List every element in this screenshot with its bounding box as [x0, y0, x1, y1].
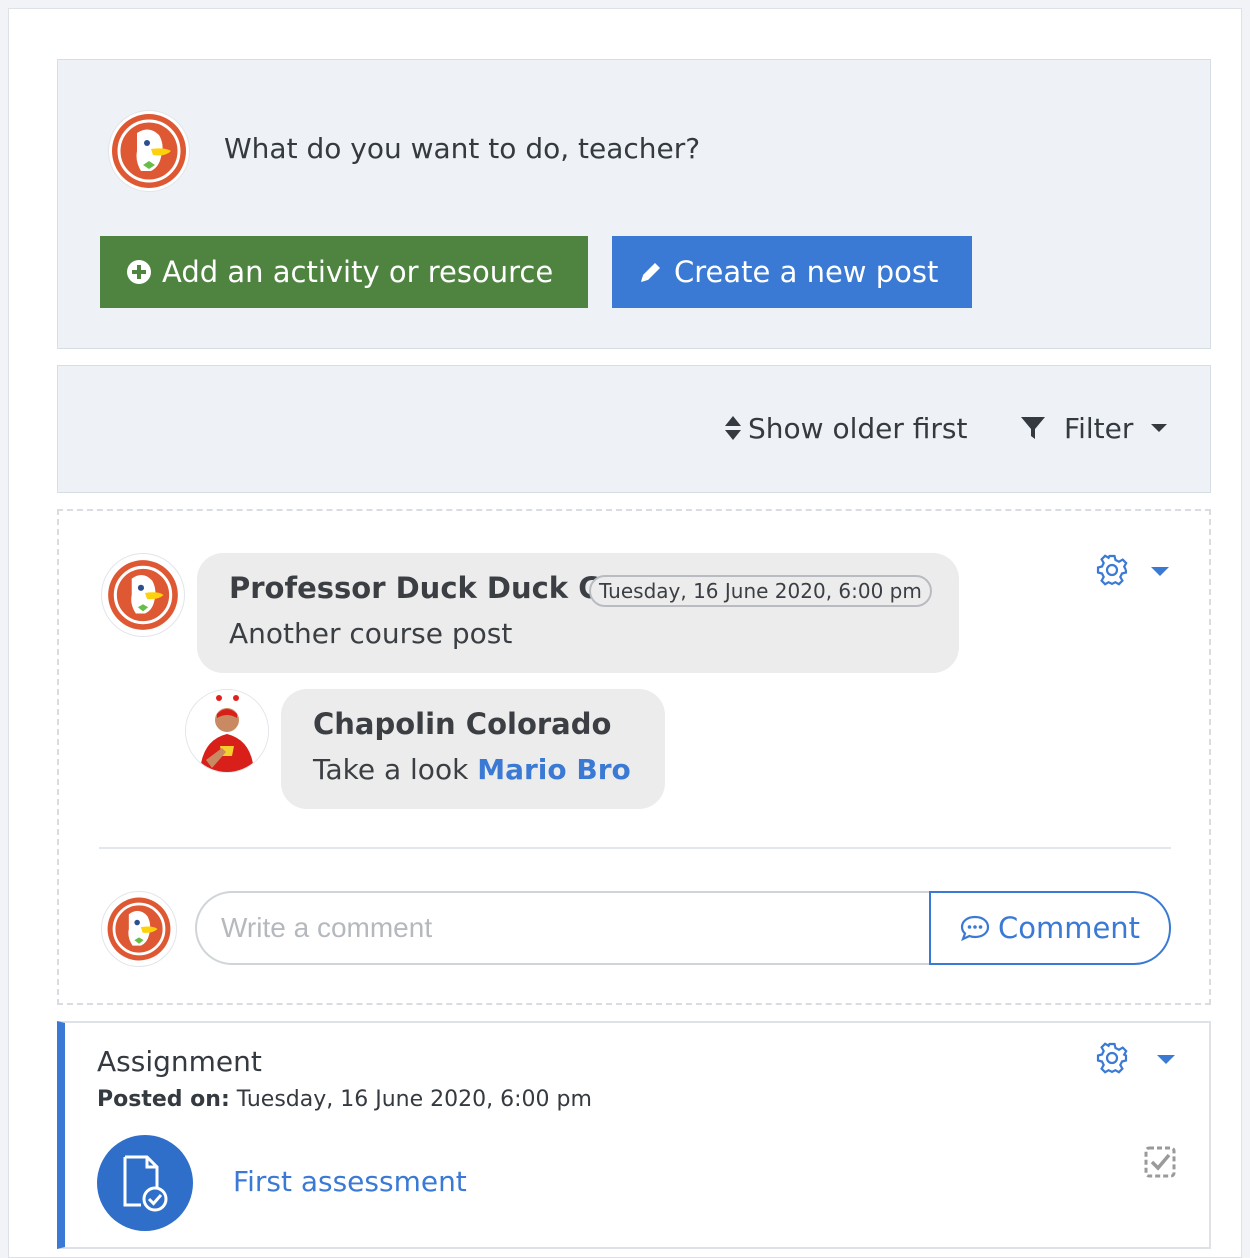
create-post-label: Create a new post [674, 255, 939, 289]
post-text: Another course post [229, 617, 513, 650]
reply-author-name[interactable]: Chapolin Colorado [313, 707, 611, 741]
comment-input[interactable] [195, 891, 935, 965]
chapolin-avatar-icon [186, 690, 268, 772]
posted-on-label: Posted on: [97, 1087, 230, 1112]
post-author-name[interactable]: Professor Duck Duck Go [229, 571, 622, 605]
filter-label: Filter [1064, 411, 1134, 445]
filter-dropdown-button[interactable]: Filter [1020, 408, 1168, 448]
assignment-title-link[interactable]: First assessment [233, 1165, 467, 1198]
sort-filter-bar: Show older first Filter [57, 365, 1211, 493]
teacher-avatar [108, 110, 190, 192]
post-date-badge: Tuesday, 16 June 2020, 6:00 pm [589, 575, 932, 607]
assignment-file-icon [123, 1155, 168, 1212]
plus-circle-icon [127, 260, 151, 284]
reply-mention-link[interactable]: Mario Bro [477, 753, 631, 786]
duck-logo-icon [107, 897, 171, 961]
activity-type-label: Assignment [97, 1045, 262, 1078]
chevron-down-icon [1151, 424, 1168, 432]
duck-logo-icon [108, 560, 178, 630]
comment-button[interactable]: Comment [929, 891, 1171, 965]
comment-dots-icon [960, 915, 990, 941]
post-composer: What do you want to do, teacher? Add an … [57, 59, 1211, 349]
posted-on-date: Tuesday, 16 June 2020, 6:00 pm [236, 1087, 592, 1112]
reply-text-prefix: Take a look [313, 753, 469, 786]
assignment-card: Assignment Posted on: Tuesday, 16 June 2… [57, 1021, 1211, 1249]
posted-on-line: Posted on: Tuesday, 16 June 2020, 6:00 p… [97, 1087, 592, 1112]
add-activity-label: Add an activity or resource [162, 255, 554, 289]
reply-text: Take a look Mario Bro [313, 753, 631, 786]
post-divider [99, 847, 1171, 849]
post-bubble: Professor Duck Duck Go Tuesday, 16 June … [197, 553, 959, 673]
composer-question: What do you want to do, teacher? [224, 132, 701, 165]
page-container: What do you want to do, teacher? Add an … [8, 8, 1242, 1258]
commenter-avatar [101, 891, 177, 967]
gear-icon[interactable] [1095, 553, 1129, 587]
gear-icon[interactable] [1095, 1041, 1129, 1075]
post-author-avatar[interactable] [101, 553, 185, 637]
reply-author-avatar[interactable] [185, 689, 269, 773]
filter-icon [1021, 417, 1045, 439]
course-post: Professor Duck Duck Go Tuesday, 16 June … [57, 509, 1211, 1005]
comment-button-label: Comment [997, 911, 1141, 945]
create-post-button[interactable]: Create a new post [612, 236, 972, 308]
sort-order-label: Show older first [748, 411, 968, 445]
assignment-actions-dropdown[interactable] [1157, 1055, 1175, 1064]
reply-bubble: Chapolin Colorado Take a look Mario Bro [281, 689, 665, 809]
add-activity-button[interactable]: Add an activity or resource [100, 236, 588, 308]
assignment-icon [97, 1135, 193, 1231]
completion-checkbox-icon[interactable] [1143, 1145, 1177, 1179]
post-actions-dropdown[interactable] [1151, 567, 1169, 576]
sort-order-button[interactable]: Show older first [724, 408, 968, 448]
duck-logo-icon [112, 114, 186, 188]
sort-icon [725, 416, 741, 440]
pencil-icon [641, 263, 660, 282]
